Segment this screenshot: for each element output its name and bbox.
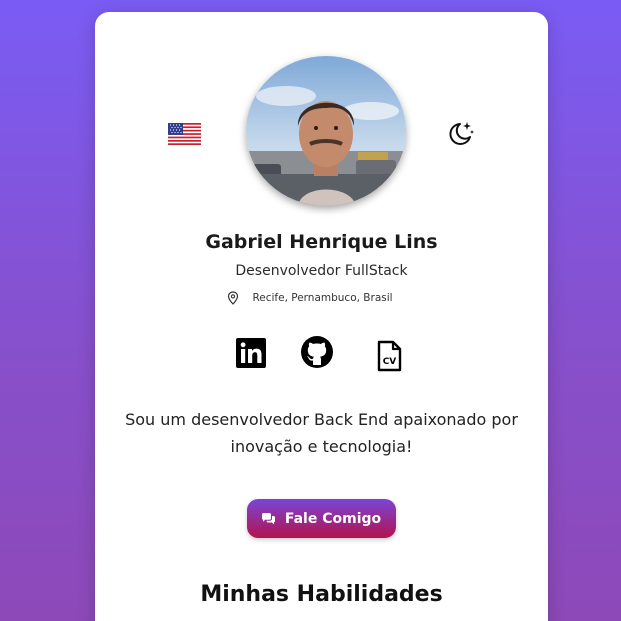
profile-name: Gabriel Henrique Lins (205, 231, 438, 253)
linkedin-icon[interactable] (236, 338, 266, 368)
contact-button[interactable]: Fale Comigo (247, 499, 396, 538)
avatar (246, 56, 406, 206)
location-pin-icon (228, 291, 239, 305)
profile-card: Gabriel Henrique Lins Desenvolvedor Full… (95, 12, 548, 621)
profile-role: Desenvolvedor FullStack (235, 263, 408, 279)
contact-button-label: Fale Comigo (284, 510, 382, 527)
location-text: Recife, Pernambuco, Brasil (252, 292, 393, 304)
avatar-photo (246, 56, 406, 206)
svg-text:CV: CV (383, 357, 397, 367)
profile-location: Recife, Pernambuco, Brasil (95, 291, 548, 305)
social-links: CV (95, 334, 548, 374)
github-icon[interactable] (301, 336, 333, 368)
moon-stars-icon[interactable] (446, 118, 476, 148)
us-flag-icon[interactable] (168, 123, 201, 145)
skills-heading: Minhas Habilidades (200, 582, 443, 607)
chat-icon (261, 512, 275, 524)
profile-bio: Sou um desenvolvedor Back End apaixonado… (125, 410, 518, 456)
cv-file-icon[interactable]: CV (376, 340, 402, 372)
